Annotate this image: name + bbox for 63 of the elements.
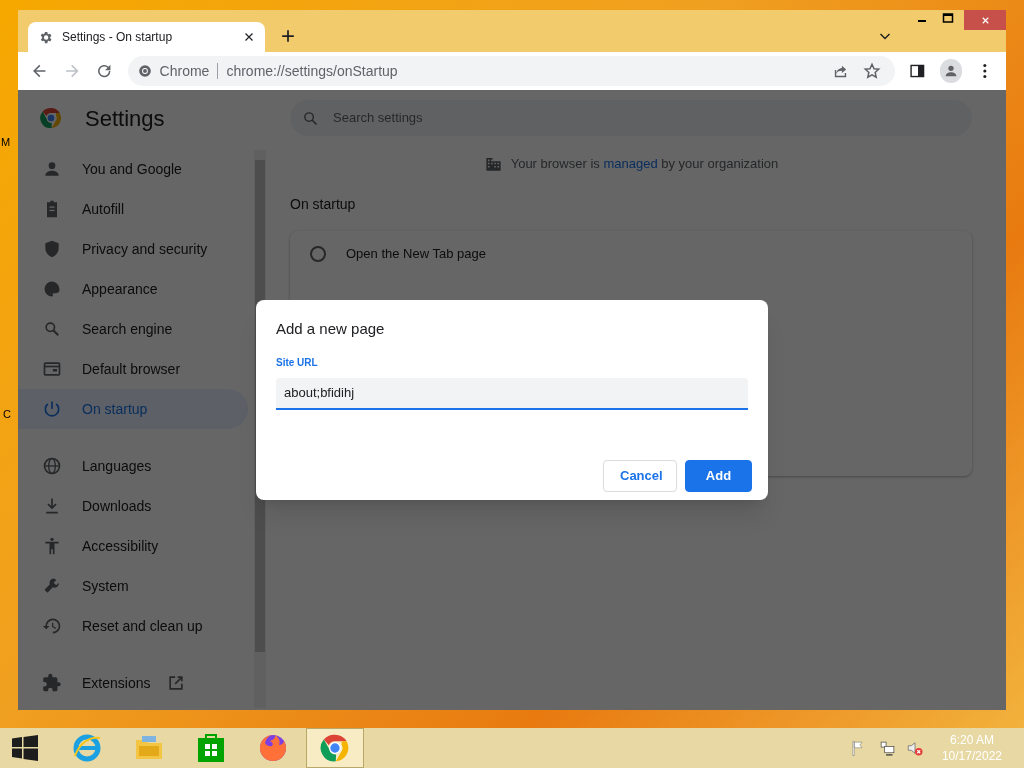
section-title: On startup — [290, 194, 357, 214]
nav-icon — [42, 576, 62, 596]
profile-avatar[interactable] — [940, 59, 963, 83]
sidebar-item[interactable]: Languages — [18, 446, 248, 486]
clock-time: 6:20 AM — [949, 732, 994, 748]
store-icon[interactable] — [195, 732, 227, 764]
managed-link[interactable]: managed — [603, 156, 658, 171]
nav-icon — [42, 359, 62, 379]
nav-icon — [42, 239, 62, 259]
chrome-icon — [137, 64, 152, 78]
sidebar-item[interactable]: System — [18, 566, 248, 606]
nav-icon — [42, 279, 62, 299]
taskbar-button[interactable] — [306, 728, 364, 768]
url-input[interactable]: about;bfidihj — [276, 377, 748, 410]
maximize-icon[interactable] — [942, 12, 954, 24]
url-text: chrome://settings/onStartup — [226, 61, 398, 81]
browser-e-icon[interactable] — [71, 732, 103, 764]
cancel-button[interactable]: Cancel — [603, 459, 677, 492]
more-menu-icon[interactable] — [983, 64, 987, 78]
settings-icon — [38, 29, 53, 45]
sidebar-item[interactable]: On startup — [18, 389, 248, 429]
chrome-logo-icon — [39, 106, 63, 130]
radio-label: Open the New Tab page — [346, 244, 486, 263]
address-bar[interactable]: Chrome chrome://settings/onStartup — [127, 56, 896, 86]
dialog-title: Add a new page — [276, 319, 386, 339]
search-field[interactable]: Search settings — [290, 100, 972, 136]
site-label: Chrome — [159, 61, 210, 81]
search-icon — [302, 109, 319, 127]
managed-notice: Your browser is managed by your organization — [510, 155, 779, 173]
nav-icon — [42, 159, 62, 179]
nav-icon — [42, 399, 62, 419]
chrome-icon[interactable] — [319, 732, 351, 764]
add-button[interactable]: Add — [685, 459, 752, 492]
nav-icon — [42, 616, 62, 636]
side-panel-icon — [909, 62, 927, 80]
star-icon — [863, 62, 882, 80]
nav-icon — [42, 673, 62, 693]
clock-date: 10/17/2022 — [941, 748, 1002, 764]
sidebar-item[interactable]: You and Google — [18, 149, 248, 189]
nav-icon — [42, 456, 62, 476]
fox-globe-icon[interactable] — [257, 732, 289, 764]
sidebar-item[interactable]: Reset and clean up — [18, 606, 248, 646]
close-icon — [243, 31, 255, 43]
desktop-icon-label: M — [1, 135, 11, 150]
sidebar-item[interactable]: Appearance — [18, 269, 248, 309]
windows-logo-icon — [12, 735, 38, 761]
speaker-muted-icon — [905, 739, 924, 757]
browser-tab[interactable]: Settings - On startup — [28, 22, 265, 52]
radio-button[interactable] — [310, 245, 326, 262]
sidebar-item[interactable]: Search engine — [18, 309, 248, 349]
sidebar-item[interactable]: Accessibility — [18, 526, 248, 566]
sidebar-item[interactable]: Downloads — [18, 486, 248, 526]
nav-icon — [42, 319, 62, 339]
network-icon — [878, 739, 896, 757]
sidebar-item[interactable]: Autofill — [18, 189, 248, 229]
desktop-icon-label: C — [3, 407, 11, 422]
settings-title: Settings — [85, 104, 165, 133]
sidebar-item[interactable]: Default browser — [18, 349, 248, 389]
nav-icon — [42, 536, 62, 556]
sidebar-item[interactable]: Privacy and security — [18, 229, 248, 269]
new-tab-icon[interactable] — [281, 29, 295, 43]
field-label: Site URL — [276, 355, 319, 370]
sidebar-item[interactable]: Extensions — [18, 663, 248, 703]
